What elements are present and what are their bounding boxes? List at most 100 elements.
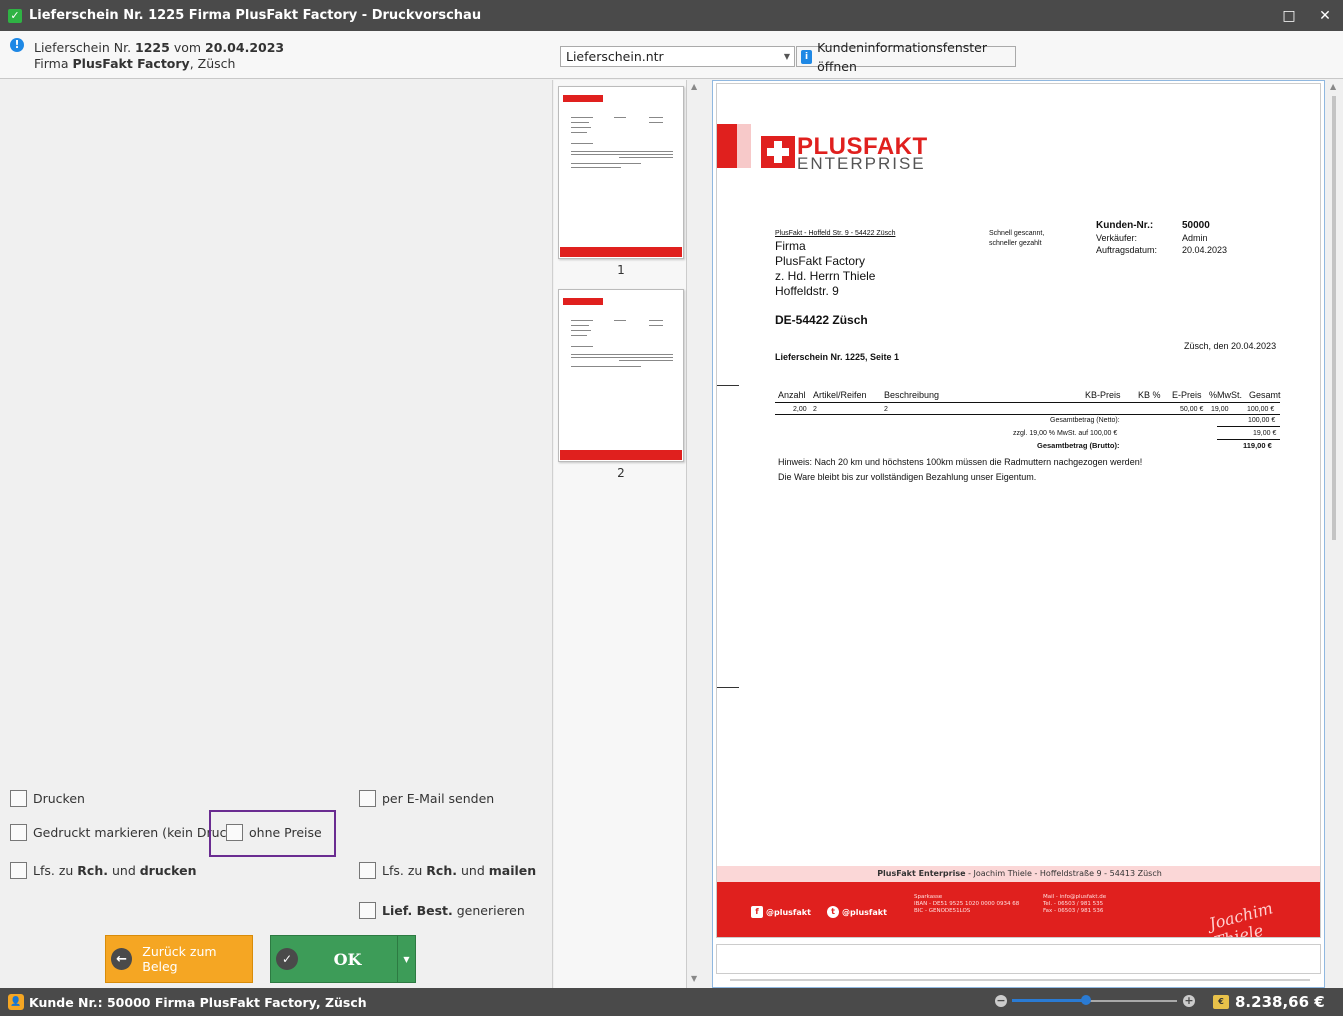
drucken-label: Drucken (33, 791, 85, 806)
checkbox-box[interactable] (359, 902, 376, 919)
checkbox-box[interactable] (359, 862, 376, 879)
thumbnail-scrollbar[interactable]: ▲ ▼ (687, 80, 704, 988)
column-header-anzahl: Anzahl (778, 390, 806, 400)
doc-type-label: Lieferschein Nr. (34, 40, 132, 55)
plusfakt-logo-icon (761, 136, 795, 168)
back-label: Zurück zum Beleg (142, 944, 217, 974)
info-icon: ! (10, 38, 24, 52)
firma-ort: , Züsch (189, 56, 236, 71)
thumb-footer (560, 247, 682, 257)
balance-amount: 8.238,66 € (1235, 993, 1325, 1011)
row-gesamt: 100,00 € (1247, 406, 1275, 413)
kundeninfo-label: Kundeninformationsfenster öffnen (817, 39, 987, 74)
checkbox-box[interactable] (359, 790, 376, 807)
contact-fax: Fax - 06503 / 981 536 (1043, 908, 1104, 914)
page-thumbnail-2[interactable] (558, 289, 684, 462)
scroll-thumb[interactable] (1332, 96, 1336, 540)
footer-red-band: f @plusfakt t @plusfakt Sparkasse IBAN - D… (717, 882, 1320, 937)
template-select[interactable]: Lieferschein.ntr ▼ (560, 46, 795, 67)
email-checkbox[interactable]: per E-Mail senden (359, 790, 494, 807)
vom-label: vom (173, 40, 202, 55)
verkaeufer-label: Verkäufer: (1096, 233, 1138, 243)
scroll-up-icon[interactable]: ▲ (691, 82, 697, 91)
address-line-1: Firma (775, 239, 806, 253)
scroll-up-icon[interactable]: ▲ (1330, 82, 1336, 91)
scroll-down-icon[interactable]: ▼ (691, 974, 697, 983)
lfs-rch-drucken-checkbox[interactable]: Lfs. zu Rch. und drucken (10, 862, 197, 879)
ok-dropdown-chevron-icon[interactable]: ▼ (397, 935, 415, 983)
sum-line-2 (1217, 439, 1280, 440)
row-e-preis: 50,00 € (1180, 406, 1204, 413)
firma-label: Firma (34, 56, 69, 71)
twitter-icon: t (827, 906, 839, 918)
fold-mark-1 (717, 385, 739, 386)
options-panel: Drucken per E-Mail senden Gedruckt marki… (0, 80, 553, 988)
zoom-fill (1012, 999, 1087, 1002)
lief-best-checkbox[interactable]: Lief. Best. generieren (359, 902, 525, 919)
column-header-e-preis: E-Preis (1172, 390, 1202, 400)
thumb-logo (563, 95, 603, 102)
app-check-icon: ✓ (8, 8, 22, 23)
page-thumbnail-1[interactable] (558, 86, 684, 259)
thumbnail-number-1: 1 (617, 263, 625, 277)
info-header: ! Lieferschein Nr. 1225 vom 20.04.2023 F… (0, 31, 1343, 79)
arrow-left-icon: ← (111, 948, 133, 970)
address-city: DE-54422 Züsch (775, 313, 868, 327)
thumb-footer (560, 450, 682, 460)
fold-mark-2 (717, 687, 739, 688)
preview-scrollbar[interactable]: ▲ (1326, 80, 1343, 988)
row-anzahl: 2,00 (793, 406, 807, 413)
template-value: Lieferschein.ntr (566, 49, 664, 64)
zoom-knob[interactable] (1081, 995, 1092, 1005)
gedruckt-label: Gedruckt markieren (kein Druck) (33, 825, 239, 840)
bank-name: Sparkasse (914, 894, 943, 900)
footer-address-bar: PlusFakt Enterprise - Joachim Thiele - H… (717, 866, 1320, 882)
address-line-4: Hoffeldstr. 9 (775, 284, 839, 298)
wallet-icon: € (1213, 995, 1229, 1009)
zoom-slider[interactable]: − + (995, 995, 1195, 1009)
balance-display: € 8.238,66 € (1213, 992, 1325, 1012)
horizontal-scroll-line (730, 979, 1310, 981)
contact-mail: Mail - info@plusfakt.de (1043, 894, 1107, 900)
drucken-checkbox[interactable]: Drucken (10, 790, 85, 807)
lfs-rch-drucken-label: Lfs. zu Rch. und drucken (33, 863, 197, 878)
table-row-line (775, 414, 1280, 415)
checkbox-box[interactable] (10, 824, 27, 841)
ohne-preise-highlight (209, 810, 336, 857)
brutto-label: Gesamtbetrag (Brutto): (1037, 441, 1120, 450)
document-title: Lieferschein Nr. 1225, Seite 1 (775, 352, 900, 362)
close-button[interactable]: ✕ (1307, 0, 1343, 31)
facebook-handle: @plusfakt (766, 907, 811, 917)
sender-line: PlusFakt - Hoffeld Str. 9 - 54422 Züsch (775, 230, 896, 237)
firma-name: PlusFakt Factory (72, 56, 190, 71)
twitter-link[interactable]: t @plusfakt (827, 906, 887, 918)
lfs-rch-mailen-label: Lfs. zu Rch. und mailen (382, 863, 537, 878)
gedruckt-markieren-checkbox[interactable]: Gedruckt markieren (kein Druck) (10, 824, 239, 841)
checkmark-icon: ✓ (276, 948, 298, 970)
checkbox-box[interactable] (10, 862, 27, 879)
table-header-line (775, 402, 1280, 403)
kundeninfo-button[interactable]: i Kundeninformationsfenster öffnen (796, 40, 1016, 74)
slogan-line-2: schneller gezahlt (989, 240, 1042, 247)
facebook-link[interactable]: f @plusfakt (751, 906, 811, 918)
chevron-down-icon[interactable]: ▼ (784, 47, 790, 66)
zoom-out-icon[interactable]: − (995, 995, 1007, 1007)
footer-company: PlusFakt Enterprise (877, 869, 966, 878)
bank-info: Sparkasse IBAN - DE51 9525 1020 0000 093… (914, 894, 1019, 915)
maximize-button[interactable]: □ (1271, 0, 1307, 31)
document-page-2-top (716, 944, 1321, 974)
zoom-in-icon[interactable]: + (1183, 995, 1195, 1007)
info-window-icon: i (801, 49, 813, 64)
ok-button[interactable]: ✓ OK ▼ (270, 935, 416, 983)
address-line-2: PlusFakt Factory (775, 254, 866, 268)
lfs-rch-mailen-checkbox[interactable]: Lfs. zu Rch. und mailen (359, 862, 536, 879)
hinweis-line-1: Hinweis: Nach 20 km und höchstens 100km … (778, 457, 1143, 467)
logo-pink-bar (737, 124, 751, 168)
auftragsdatum-value: 20.04.2023 (1182, 245, 1228, 255)
auftragsdatum-label: Auftragsdatum: (1096, 245, 1158, 255)
address-line-3: z. Hd. Herrn Thiele (775, 269, 876, 283)
back-to-document-button[interactable]: ← Zurück zum Beleg (105, 935, 253, 983)
column-header-kb-prozent: KB % (1138, 390, 1161, 400)
checkbox-box[interactable] (10, 790, 27, 807)
bank-bic: BIC - GENODE51LOS (914, 908, 971, 914)
